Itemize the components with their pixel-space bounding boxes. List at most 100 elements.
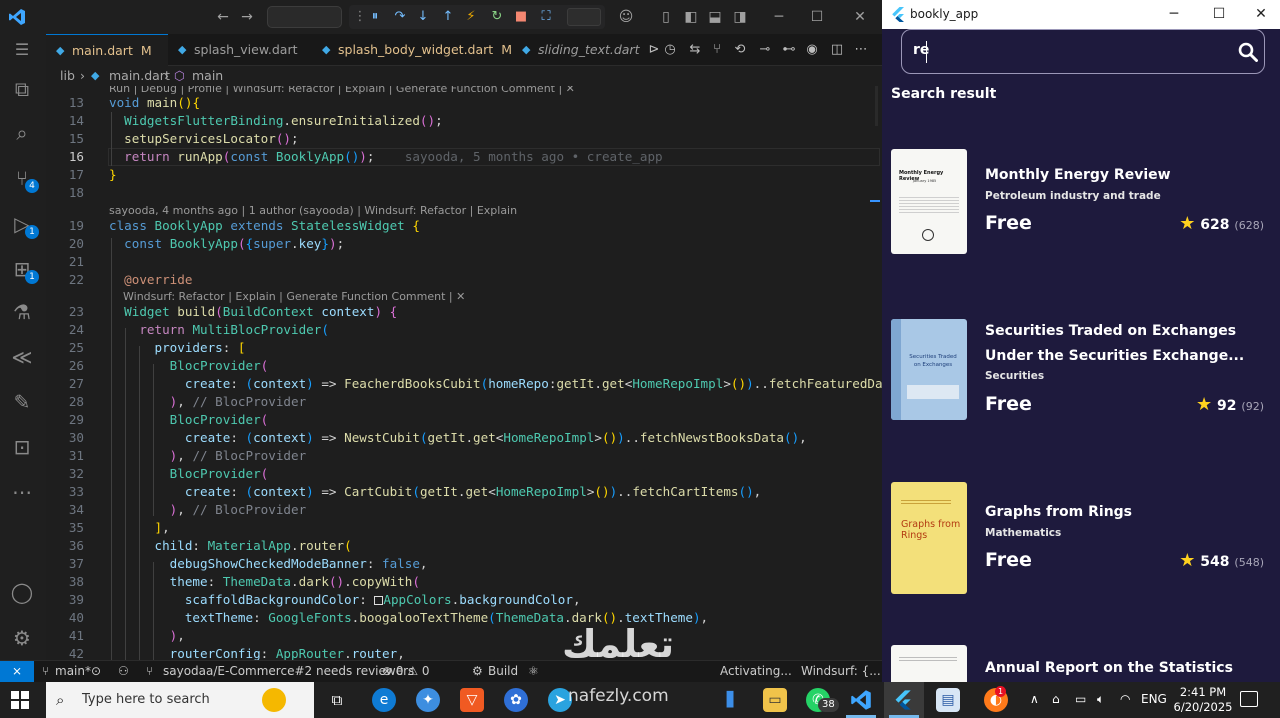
breadcrumb-file[interactable]: main.dart [109,66,170,86]
open-devtools-icon[interactable]: ◉ [803,41,821,59]
commit-icon[interactable]: ⊸ [756,41,774,59]
sync-icon[interactable]: ⊙ [91,661,101,682]
explorer-icon[interactable]: ⧉ [8,75,36,103]
accounts-icon[interactable]: ◯ [8,578,36,606]
codelens-override[interactable]: Windsurf: Refactor | Explain | Generate … [123,290,465,304]
pencil-icon[interactable]: ✎ [8,388,36,416]
volume-icon[interactable]: 🔈︎ [1097,692,1104,707]
minimize-icon[interactable]: ─ [770,8,788,26]
file-explorer-icon[interactable]: ▭ [763,688,787,712]
tab-splash-view[interactable]: ◆ splash_view.dart [168,34,312,66]
live-share-icon[interactable]: ⚇ [118,661,129,682]
hot-reload-icon[interactable]: ⚡ [462,8,480,26]
toggle-panel-icon[interactable]: ⬓ [706,8,724,26]
compare-icon[interactable]: ⇆ [686,41,704,59]
flutter-icon[interactable]: ≪ [8,343,36,371]
step-out-icon[interactable]: ↑ [439,8,457,26]
search-icon: ⌕ [56,691,65,709]
menu-icon[interactable]: ☰ [8,36,36,64]
edge-icon[interactable]: e [372,688,396,712]
restart-icon[interactable]: ↻ [488,8,506,26]
book-cover[interactable]: Graphs from Rings [891,482,967,594]
book-cover[interactable] [891,645,967,682]
brave-icon[interactable]: ▽ [460,688,484,712]
timeline-icon[interactable]: ◷ [661,41,679,59]
task-view-icon[interactable]: ⧉ [325,688,349,712]
copilot-icon[interactable]: ☺ [617,8,635,26]
store-icon[interactable]: ✦ [416,688,440,712]
debug-session-dropdown[interactable] [567,8,601,26]
step-over-icon[interactable]: ↷ [391,8,409,26]
breadcrumb: lib › ◆ main.dart › ⬡ main [46,66,882,86]
stop-icon[interactable]: ■ [512,8,530,26]
toggle-sidebar-icon[interactable]: ◧ [682,8,700,26]
book-list-item[interactable]: Securities Traded on Exchanges Securitie… [882,319,1280,429]
close-icon[interactable]: ✕ [851,8,869,26]
battery-icon[interactable]: ▭ [1075,692,1086,706]
taskbar-clock[interactable]: 2:41 PM 6/20/2025 [1172,685,1234,715]
go-back-change-icon[interactable]: ⟲ [731,41,749,59]
maximize-icon[interactable]: ☐ [1206,2,1232,26]
search-icon[interactable] [1238,42,1258,62]
notepad-icon[interactable]: ▤ [936,688,960,712]
tray-chevron-icon[interactable]: ∧ [1030,692,1039,706]
flutter-app-icon[interactable] [894,690,912,710]
telegram-icon[interactable]: ➤ [548,688,572,712]
language-indicator[interactable]: ENG [1141,692,1167,706]
back-arrow-icon[interactable]: ← [214,8,232,26]
vscode-icon[interactable] [850,689,872,711]
more-actions-icon[interactable]: ⋯ [852,41,870,59]
problems-status[interactable]: ⊗ 0 ⚠ 0 [382,661,430,682]
remote-indicator-icon[interactable]: ⨯ [0,661,34,682]
pause-icon[interactable]: ⏸ [366,8,384,26]
layout-panel-icon[interactable]: ▯ [657,8,675,26]
forward-arrow-icon[interactable]: → [238,8,256,26]
windsurf-status[interactable]: Windsurf: {...} [801,661,888,682]
more-icon[interactable]: ⋯ [8,478,36,506]
settings-gear-icon[interactable]: ⚙ [8,624,36,652]
minimize-icon[interactable]: ─ [1161,2,1187,26]
book-list-item[interactable]: Monthly Energy Review January 1985 Month… [882,149,1280,259]
inspect-widget-icon[interactable]: ⛶ [537,8,555,26]
code-line: 31 ), // BlocProvider [68,448,307,463]
network-icon[interactable]: ⌂ [1052,692,1060,706]
code-editor[interactable]: Run | Debug | Profile | Windsurf: Refact… [46,86,882,660]
extensions-icon[interactable]: ⊞ 1 [8,255,39,284]
close-icon[interactable]: ✕ [1248,2,1274,26]
book-list-item[interactable]: Graphs from Rings Graphs from Rings Math… [882,482,1280,597]
step-into-icon[interactable]: ↓ [414,8,432,26]
build-status[interactable]: Build [488,661,518,682]
book-cover[interactable]: Securities Traded on Exchanges [891,319,967,420]
git-branch-icon[interactable]: ⑂ [708,41,726,59]
breadcrumb-folder[interactable]: lib [60,66,75,86]
source-control-icon[interactable]: ⑂ 4 [8,164,39,193]
search-icon[interactable]: ⌕ [8,119,36,147]
command-center[interactable] [267,6,342,28]
remote-explorer-icon[interactable]: ⊡ [8,433,36,461]
tab-sliding-text[interactable]: ◆ sliding_text.dart [512,34,640,66]
taskbar-search-box[interactable]: ⌕ Type here to search [46,682,314,718]
maximize-icon[interactable]: ☐ [808,8,826,26]
codelens-blame[interactable]: sayooda, 4 months ago | 1 author (sayood… [109,204,517,218]
notification-center-icon[interactable] [1240,691,1258,707]
book-list-item[interactable]: Annual Report on the Statistics [882,645,1280,682]
clock-date: 6/20/2025 [1173,700,1233,714]
wifi-icon[interactable]: ◠ [1120,692,1130,706]
search-input[interactable]: re [901,29,1265,74]
branch-name[interactable]: main* [55,661,91,682]
breadcrumb-symbol[interactable]: main [192,66,223,86]
debug-icon[interactable]: ⚛ [528,661,539,682]
tab-splash-body-widget[interactable]: ◆ splash_body_widget.dart M [312,34,512,66]
windows-start-icon[interactable] [11,691,29,709]
pr-status[interactable]: sayodaa/E-Commerce#2 needs reviewers [163,661,414,682]
book-cover[interactable]: Monthly Energy Review January 1985 [891,149,967,254]
tab-main-dart[interactable]: ◆ main.dart M [46,34,168,66]
weather-sun-icon[interactable] [262,688,286,712]
run-debug-icon[interactable]: ▷ 1 [8,210,39,239]
next-change-icon[interactable]: ⊷ [780,41,798,59]
toggle-secondary-sidebar-icon[interactable]: ◨ [731,8,749,26]
testing-icon[interactable]: ⚗ [8,298,36,326]
app-icon[interactable]: ✿ [504,688,528,712]
split-editor-icon[interactable]: ◫ [828,41,846,59]
chart-app-icon[interactable]: ▋ [720,688,744,712]
